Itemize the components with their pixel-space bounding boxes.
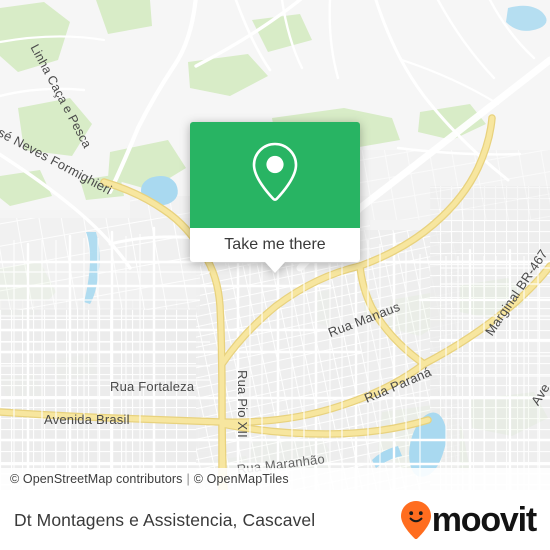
map-attribution-bar: © OpenStreetMap contributors | © OpenMap… (0, 468, 550, 490)
moovit-smiley-pin-icon (400, 501, 431, 539)
footer-bar: Dt Montagens e Assistencia, Cascavel moo… (0, 490, 550, 550)
attribution-osm[interactable]: © OpenStreetMap contributors (10, 472, 183, 486)
map-canvas[interactable]: Linha Caça e Pesca José Neves Formighier… (0, 0, 550, 490)
map-screenshot-page: Linha Caça e Pesca José Neves Formighier… (0, 0, 550, 550)
take-me-there-button[interactable]: Take me there (224, 236, 325, 254)
place-title: Dt Montagens e Assistencia, Cascavel (14, 509, 316, 530)
popup-footer[interactable]: Take me there (190, 228, 360, 262)
popup-header (190, 122, 360, 228)
attribution-openmaptiles[interactable]: © OpenMapTiles (194, 472, 289, 486)
location-popup-card[interactable]: Take me there (190, 122, 360, 273)
attribution-separator: | (186, 472, 190, 486)
popup-pointer-triangle (265, 262, 285, 273)
map-pin-icon (248, 140, 302, 211)
moovit-logo[interactable]: moovit (400, 501, 537, 539)
moovit-wordmark: moovit (431, 501, 537, 539)
